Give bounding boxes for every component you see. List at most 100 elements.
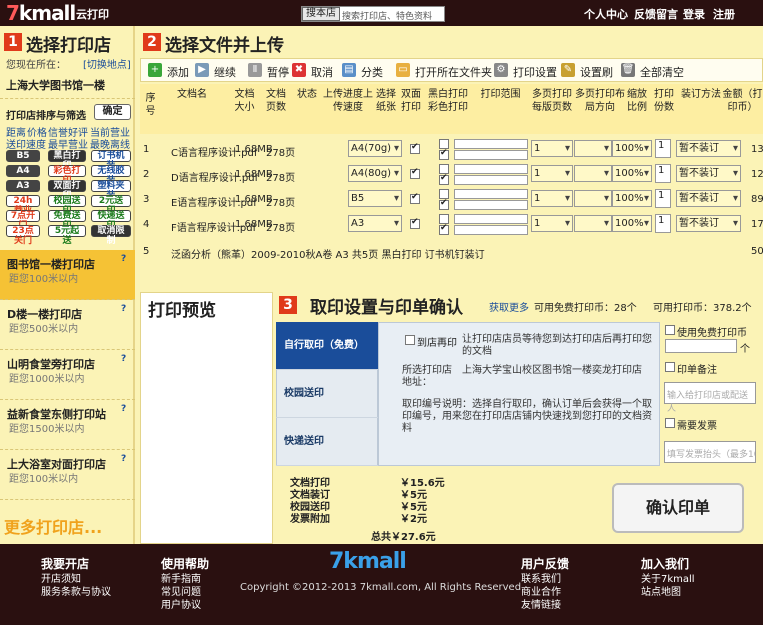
sort-earliest[interactable]: 最早营业 bbox=[48, 136, 88, 151]
filter-tag[interactable]: 无线胶装 bbox=[91, 165, 131, 186]
filter-tag[interactable]: 校园送印 bbox=[48, 195, 86, 216]
binding-select[interactable]: 暂不装订 bbox=[676, 140, 741, 157]
toolbar-button[interactable]: 打印设置 bbox=[513, 64, 557, 80]
toolbar-button[interactable]: 继续 bbox=[214, 64, 236, 80]
paper-select[interactable]: A4(70g) bbox=[348, 140, 402, 157]
settings-icon[interactable]: ⚙ bbox=[494, 63, 508, 77]
color-checkbox[interactable] bbox=[439, 148, 449, 160]
toolbar-button[interactable]: 设置刷 bbox=[580, 64, 613, 80]
footer-link[interactable]: 服务条款与协议 bbox=[41, 587, 111, 599]
zoom-select[interactable]: 100% bbox=[612, 140, 652, 157]
help-icon[interactable]: ? bbox=[121, 404, 126, 414]
footer-link[interactable]: 用户协议 bbox=[161, 600, 201, 612]
duplex-checkbox[interactable] bbox=[410, 192, 420, 204]
nav-login[interactable]: 登录 bbox=[683, 6, 705, 22]
pages-per-sheet-select[interactable]: 1 bbox=[531, 165, 573, 182]
zoom-select[interactable]: 100% bbox=[612, 190, 652, 207]
pause-icon[interactable]: Ⅱ bbox=[248, 63, 262, 77]
toolbar-button[interactable]: 分类 bbox=[361, 64, 383, 80]
category-icon[interactable]: ▤ bbox=[342, 63, 356, 77]
invoice-checkbox[interactable] bbox=[665, 418, 675, 428]
filter-tag[interactable]: B5 bbox=[6, 150, 40, 162]
binding-select[interactable]: 暂不装订 bbox=[676, 165, 741, 182]
folder-icon[interactable]: ▭ bbox=[396, 63, 410, 77]
footer-link[interactable]: 友情链接 bbox=[521, 600, 561, 612]
footer-link[interactable]: 开店须知 bbox=[41, 574, 81, 586]
range-input[interactable] bbox=[454, 189, 528, 199]
paper-select[interactable]: A3 bbox=[348, 215, 402, 232]
layout-select[interactable] bbox=[574, 215, 612, 232]
pages-per-sheet-select[interactable]: 1 bbox=[531, 190, 573, 207]
search-scope-button[interactable]: 搜本店 bbox=[302, 7, 340, 21]
filter-tag[interactable]: 23点关门 bbox=[6, 225, 40, 246]
filter-tag[interactable]: 取消限制 bbox=[91, 225, 131, 246]
filter-tag[interactable]: 2元送印 bbox=[91, 195, 131, 216]
nav-feedback[interactable]: 反馈留言 bbox=[634, 6, 678, 22]
nav-register[interactable]: 注册 bbox=[713, 6, 735, 22]
filter-tag[interactable]: 5元起送 bbox=[48, 225, 86, 246]
toolbar-button[interactable]: 添加 bbox=[167, 64, 189, 80]
filter-tag[interactable]: 7点开门 bbox=[6, 210, 40, 231]
footer-link[interactable]: 联系我们 bbox=[521, 574, 561, 586]
duplex-checkbox[interactable] bbox=[410, 142, 420, 154]
range-input[interactable] bbox=[454, 150, 528, 160]
color-checkbox[interactable] bbox=[439, 223, 449, 235]
filter-tag[interactable]: 黑白打印 bbox=[48, 150, 86, 171]
brush-icon[interactable]: ✎ bbox=[561, 63, 575, 77]
pay-at-shop-checkbox[interactable] bbox=[405, 335, 415, 345]
duplex-checkbox[interactable] bbox=[410, 217, 420, 229]
range-input[interactable] bbox=[454, 139, 528, 149]
filter-tag[interactable]: 塑料夹装 bbox=[91, 180, 131, 201]
filter-tag[interactable]: 24h营业 bbox=[6, 195, 40, 216]
footer-link[interactable]: 商业合作 bbox=[521, 587, 561, 599]
help-icon[interactable]: ? bbox=[121, 254, 126, 264]
footer-link[interactable]: 关于7kmall bbox=[641, 574, 695, 586]
layout-select[interactable] bbox=[574, 190, 612, 207]
footer-link[interactable]: 常见问题 bbox=[161, 587, 201, 599]
copies-input[interactable]: 1 bbox=[655, 189, 671, 208]
zoom-select[interactable]: 100% bbox=[612, 165, 652, 182]
filter-tag[interactable]: A4 bbox=[6, 165, 40, 177]
cancel-icon[interactable]: ✖ bbox=[292, 63, 306, 77]
tab-self-pickup[interactable]: 自行取印（免费） bbox=[276, 322, 378, 370]
help-icon[interactable]: ? bbox=[121, 304, 126, 314]
footer-link[interactable]: 站点地图 bbox=[641, 587, 681, 599]
switch-location-link[interactable]: [切换地点] bbox=[83, 56, 131, 71]
binding-select[interactable]: 暂不装订 bbox=[676, 215, 741, 232]
continue-icon[interactable]: ▶ bbox=[195, 63, 209, 77]
sort-confirm-button[interactable]: 确定 bbox=[94, 104, 131, 120]
range-input[interactable] bbox=[454, 214, 528, 224]
use-free-coins-checkbox[interactable] bbox=[665, 325, 675, 335]
toolbar-button[interactable]: 暂停 bbox=[267, 64, 289, 80]
filter-tag[interactable]: 彩色打印 bbox=[48, 165, 86, 186]
filter-tag[interactable]: A3 bbox=[6, 180, 40, 192]
tab-express-delivery[interactable]: 快递送印 bbox=[276, 418, 378, 466]
sort-latest[interactable]: 最晚离线 bbox=[90, 136, 130, 151]
trash-icon[interactable]: 🗑 bbox=[621, 63, 635, 77]
binding-select[interactable]: 暂不装订 bbox=[676, 190, 741, 207]
toolbar-button[interactable]: 全部清空 bbox=[640, 64, 684, 80]
pages-per-sheet-select[interactable]: 1 bbox=[531, 215, 573, 232]
tab-campus-delivery[interactable]: 校园送印 bbox=[276, 370, 378, 418]
duplex-checkbox[interactable] bbox=[410, 167, 420, 179]
filter-tag[interactable]: 快递送印 bbox=[91, 210, 131, 231]
filter-tag[interactable]: 订书机装 bbox=[91, 150, 131, 171]
help-icon[interactable]: ? bbox=[121, 454, 126, 464]
filter-tag[interactable]: 双面打印 bbox=[48, 180, 86, 201]
note-input[interactable]: 输入给打印店或配送人 bbox=[664, 382, 756, 414]
color-checkbox[interactable] bbox=[439, 173, 449, 185]
help-icon[interactable]: ? bbox=[121, 354, 126, 364]
layout-select[interactable] bbox=[574, 165, 612, 182]
pages-per-sheet-select[interactable]: 1 bbox=[531, 140, 573, 157]
add-icon[interactable]: + bbox=[148, 63, 162, 77]
get-more-link[interactable]: 获取更多 bbox=[489, 299, 529, 314]
copies-input[interactable]: 1 bbox=[655, 164, 671, 183]
more-shops-link[interactable]: 更多打印店... bbox=[4, 514, 102, 538]
confirm-order-button[interactable]: 确认印单 bbox=[612, 483, 744, 533]
zoom-select[interactable]: 100% bbox=[612, 215, 652, 232]
paper-select[interactable]: B5 bbox=[348, 190, 402, 207]
range-input[interactable] bbox=[454, 164, 528, 174]
free-coins-input[interactable] bbox=[665, 339, 737, 353]
site-logo[interactable]: 7kmall bbox=[6, 1, 76, 25]
range-input[interactable] bbox=[454, 225, 528, 235]
